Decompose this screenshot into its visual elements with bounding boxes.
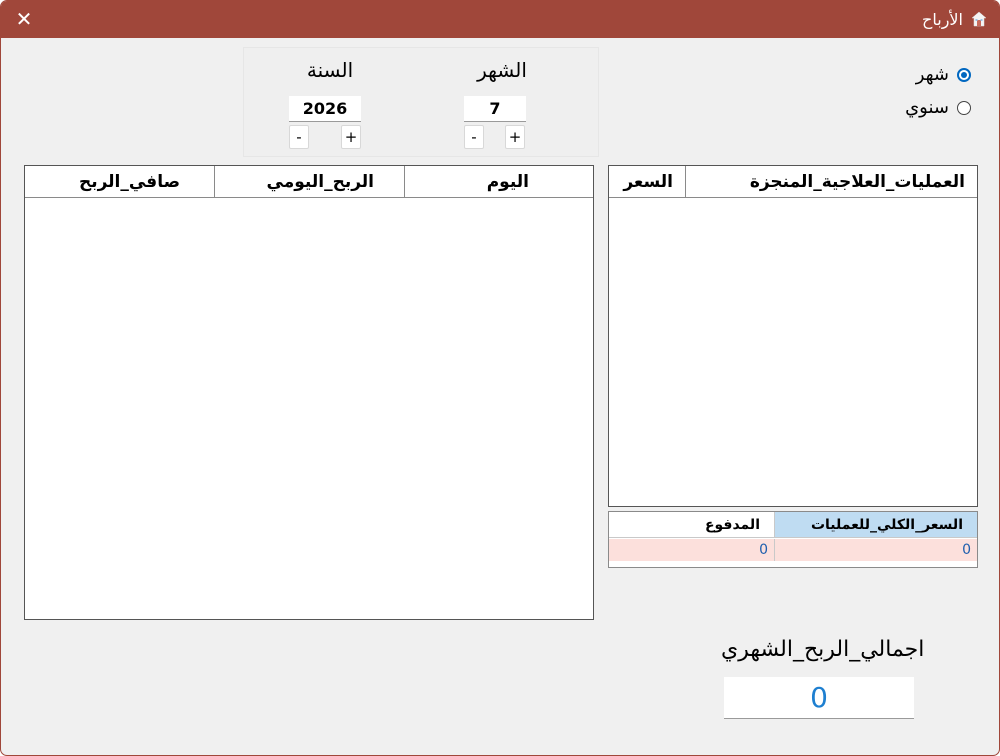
radio-monthly-indicator[interactable]	[957, 67, 971, 82]
profit-table-header: اليوم الربح_اليومي صافي_الربح	[25, 166, 593, 198]
month-value[interactable]: 7	[464, 96, 526, 122]
column-divider	[214, 166, 215, 198]
close-icon: ✕	[15, 7, 33, 31]
column-header-net-profit[interactable]: صافي_الربح	[25, 166, 214, 198]
month-decrement-button[interactable]: -	[464, 125, 484, 149]
column-header-day[interactable]: اليوم	[403, 166, 593, 198]
summary-value-total-price: 0	[774, 539, 977, 561]
profit-table[interactable]: اليوم الربح_اليومي صافي_الربح	[24, 165, 594, 620]
house-icon	[971, 11, 987, 27]
treatments-table-header: العمليات_العلاجية_المنجزة السعر	[609, 166, 977, 198]
date-selector-panel: الشهر السنة 7 2026 - + - +	[243, 47, 599, 157]
radio-yearly[interactable]: سنوي	[905, 97, 971, 118]
column-divider	[404, 166, 405, 198]
column-divider	[685, 166, 686, 198]
month-label: الشهر	[477, 58, 527, 82]
summary-value-paid: 0	[609, 539, 774, 561]
radio-monthly-label: شهر	[915, 64, 949, 85]
year-increment-button[interactable]: +	[341, 125, 361, 149]
treatments-table[interactable]: العمليات_العلاجية_المنجزة السعر	[608, 165, 978, 507]
column-header-daily-profit[interactable]: الربح_اليومي	[215, 166, 404, 198]
totals-summary: السعر_الكلي_للعمليات المدفوع 0 0	[608, 511, 978, 568]
year-value[interactable]: 2026	[289, 96, 361, 122]
window-title: الأرباح	[922, 10, 963, 29]
year-label: السنة	[306, 58, 354, 82]
monthly-total-label: اجمالي_الربح_الشهري	[721, 637, 925, 662]
title-bar[interactable]: ✕ الأرباح	[1, 1, 999, 38]
close-button[interactable]: ✕	[9, 5, 39, 33]
month-increment-button[interactable]: +	[505, 125, 525, 149]
column-header-price[interactable]: السعر	[609, 166, 685, 198]
summary-header-total-price: السعر_الكلي_للعمليات	[774, 512, 977, 538]
monthly-total-value: 0	[724, 677, 914, 719]
summary-header-paid: المدفوع	[609, 512, 774, 538]
radio-monthly[interactable]: شهر	[916, 64, 971, 85]
radio-yearly-indicator[interactable]	[957, 100, 971, 115]
profits-window: ✕ الأرباح شهر سنوي الشهر السنة 7 2026 - …	[0, 0, 1000, 756]
radio-yearly-label: سنوي	[905, 97, 949, 118]
column-header-treatments[interactable]: العمليات_العلاجية_المنجزة	[685, 166, 977, 198]
year-decrement-button[interactable]: -	[289, 125, 309, 149]
